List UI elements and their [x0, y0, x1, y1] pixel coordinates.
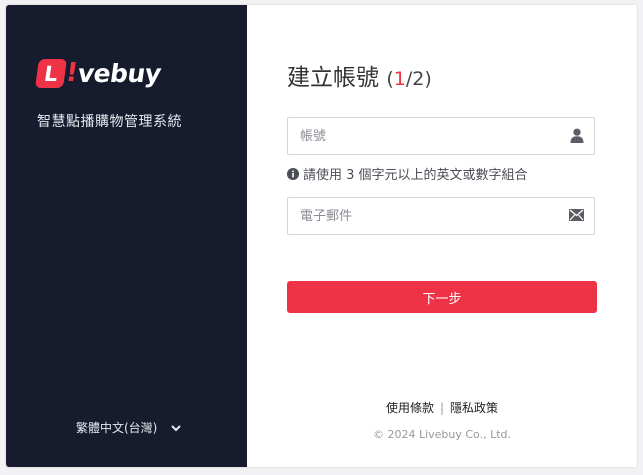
- logo-badge: L: [34, 58, 68, 88]
- account-field: [287, 117, 595, 155]
- terms-link[interactable]: 使用條款: [386, 401, 434, 415]
- footer-separator: |: [439, 401, 445, 415]
- email-input[interactable]: [288, 198, 572, 234]
- step-current: 1: [393, 68, 406, 90]
- account-hint: 請使用 3 個字元以上的英文或數字組合: [287, 164, 528, 183]
- footer-links: 使用條款 | 隱私政策: [247, 399, 637, 416]
- account-input[interactable]: [288, 118, 572, 154]
- livebuy-logo: L ! vebuy: [34, 58, 163, 88]
- chevron-down-icon: [171, 424, 182, 431]
- info-circle-icon: [287, 167, 299, 180]
- user-icon: [570, 128, 584, 143]
- email-field: [287, 197, 595, 235]
- next-button[interactable]: 下一步: [287, 281, 597, 313]
- privacy-link[interactable]: 隱私政策: [450, 401, 498, 415]
- login-card: L ! vebuy 智慧點播購物管理系統 繁體中文(台灣) 建立帳號 (1/2): [6, 5, 637, 467]
- brand-panel: L ! vebuy 智慧點播購物管理系統 繁體中文(台灣): [6, 5, 247, 467]
- step-total: /2): [405, 68, 432, 90]
- logo-text: vebuy: [75, 58, 163, 88]
- hint-text: 請使用 3 個字元以上的英文或數字組合: [303, 168, 528, 183]
- system-subtitle: 智慧點播購物管理系統: [37, 114, 182, 130]
- language-selector[interactable]: 繁體中文(台灣): [76, 419, 182, 436]
- title-text: 建立帳號: [287, 65, 379, 91]
- step-open: (: [386, 68, 394, 90]
- envelope-icon: [569, 209, 584, 221]
- copyright: © 2024 Livebuy Co., Ltd.: [372, 428, 512, 441]
- form-panel: 建立帳號 (1/2) 請使用 3 個字元以上的英文或數字組合: [247, 5, 637, 467]
- step-indicator: (1/2): [386, 68, 431, 90]
- page-title: 建立帳號 (1/2): [287, 58, 432, 92]
- language-label: 繁體中文(台灣): [76, 421, 158, 435]
